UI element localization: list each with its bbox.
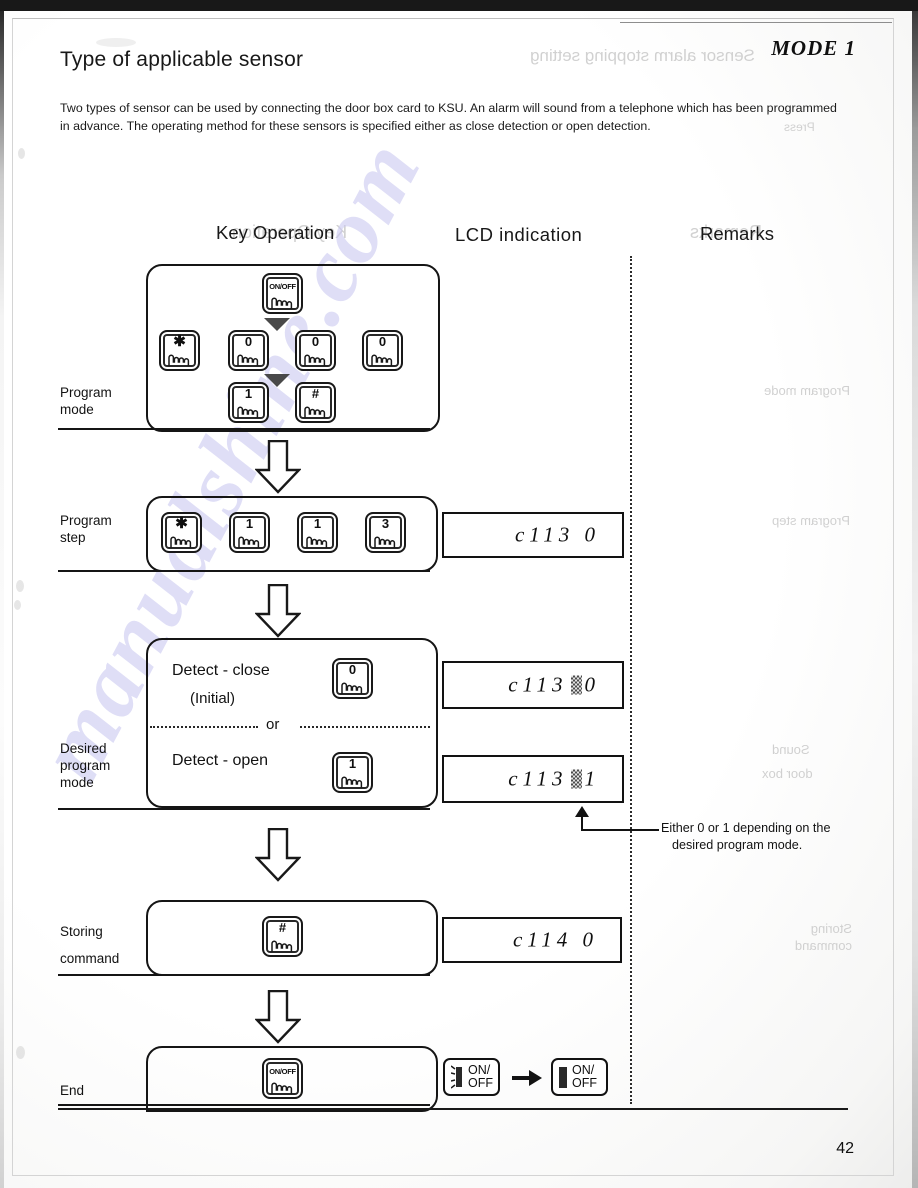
finger-press-icon	[306, 536, 328, 548]
separator-dotted-right	[300, 726, 430, 728]
key-on-off-end[interactable]: ON/OFF	[262, 1058, 303, 1099]
lcd-cursor-block	[570, 675, 582, 695]
key-zero-1[interactable]: 0	[228, 330, 269, 371]
finger-press-icon	[238, 536, 260, 548]
finger-press-icon	[168, 354, 190, 366]
intro-paragraph: Two types of sensor can be used by conne…	[60, 101, 837, 133]
finger-press-icon	[271, 940, 293, 952]
lcd-prefix: c113	[508, 766, 568, 791]
annotation-text: Either 0 or 1 depending on the desired p…	[661, 821, 831, 852]
key-on-off[interactable]: ON/OFF	[262, 273, 303, 314]
scan-edge-left	[0, 11, 4, 1188]
flow-arrow-down-4	[255, 990, 301, 1044]
column-header-key-operation: Key Operation	[216, 222, 335, 243]
key-three-step[interactable]: 3	[365, 512, 406, 553]
row-label-end: End	[60, 1083, 85, 1098]
key-one[interactable]: 1	[228, 382, 269, 423]
lcd-suffix: 0	[584, 672, 600, 697]
scan-edge-top	[0, 0, 918, 11]
finger-press-icon	[304, 406, 326, 418]
annotation-stem	[581, 815, 583, 830]
indicator-solid-label: ON/ OFF	[572, 1062, 597, 1090]
key-asterisk-step[interactable]: ✱	[161, 512, 202, 553]
frame-rule	[620, 22, 892, 23]
key-one-step-1[interactable]: 1	[229, 512, 270, 553]
indicator-flashing-label: ON/ OFF	[468, 1062, 493, 1090]
separator-or: or	[266, 716, 280, 733]
lcd-cursor-block	[570, 769, 582, 789]
page-title: Type of applicable sensor	[60, 48, 304, 71]
annotation-leader-line	[581, 829, 659, 831]
option-label-detect-open: Detect - open	[172, 752, 269, 769]
finger-press-icon	[237, 406, 259, 418]
option-label-detect-close: Detect - close	[172, 662, 270, 679]
flow-arrow-down-1	[255, 440, 301, 494]
flow-arrow-down-3	[255, 828, 301, 882]
lcd-storing-command: c114 0	[442, 917, 622, 963]
indicator-on-off-solid: ON/ OFF	[551, 1058, 608, 1096]
solid-led-icon	[559, 1066, 567, 1088]
key-one-detect-open[interactable]: 1	[332, 752, 373, 793]
separator-dotted-left	[150, 726, 258, 728]
finger-press-icon	[170, 536, 192, 548]
lcd-prefix: c113	[508, 672, 568, 697]
page-number: 42	[836, 1140, 854, 1157]
key-hash[interactable]: #	[295, 382, 336, 423]
flashing-led-icon	[450, 1064, 465, 1090]
lcd-detect-open: c113 1	[442, 755, 624, 803]
indicator-on-off-flashing: ON/ OFF	[443, 1058, 500, 1096]
finger-press-icon	[271, 1082, 293, 1094]
lcd-suffix: 1	[584, 766, 600, 791]
footer-rule	[58, 1108, 848, 1110]
column-header-remarks: Remarks	[700, 223, 775, 244]
row-label-desired-program-mode: Desired program mode	[60, 741, 111, 790]
key-asterisk[interactable]: ✱	[159, 330, 200, 371]
scanned-manual-page: Sensor alarm stopping setting Key Operat…	[0, 0, 918, 1188]
finger-press-icon	[371, 354, 393, 366]
option-sublabel-initial: (Initial)	[190, 690, 236, 707]
row-label-program-mode: Program mode	[60, 385, 112, 417]
key-hash-store[interactable]: #	[262, 916, 303, 957]
column-header-lcd-indication: LCD indication	[455, 224, 583, 245]
lcd-program-step: c113 0	[442, 512, 624, 558]
scan-edge-right	[912, 11, 918, 1188]
row-label-storing-command: Storing command	[60, 924, 120, 966]
finger-press-icon	[271, 297, 293, 309]
key-zero-3[interactable]: 0	[362, 330, 403, 371]
rule-desired-program-mode	[58, 808, 430, 810]
row-label-program-step: Program step	[60, 513, 112, 545]
key-zero-detect-close[interactable]: 0	[332, 658, 373, 699]
finger-press-icon	[341, 682, 363, 694]
page-frame	[12, 18, 894, 1176]
down-triangle-icon	[264, 318, 290, 331]
key-one-step-2[interactable]: 1	[297, 512, 338, 553]
finger-press-icon	[237, 354, 259, 366]
finger-press-icon	[304, 354, 326, 366]
finger-press-icon	[374, 536, 396, 548]
key-zero-2[interactable]: 0	[295, 330, 336, 371]
column-divider	[630, 256, 632, 1104]
transition-arrow-right	[512, 1070, 542, 1086]
finger-press-icon	[341, 776, 363, 788]
lcd-detect-close: c113 0	[442, 661, 624, 709]
flow-arrow-down-2	[255, 584, 301, 638]
mode-label: MODE 1	[771, 36, 856, 60]
